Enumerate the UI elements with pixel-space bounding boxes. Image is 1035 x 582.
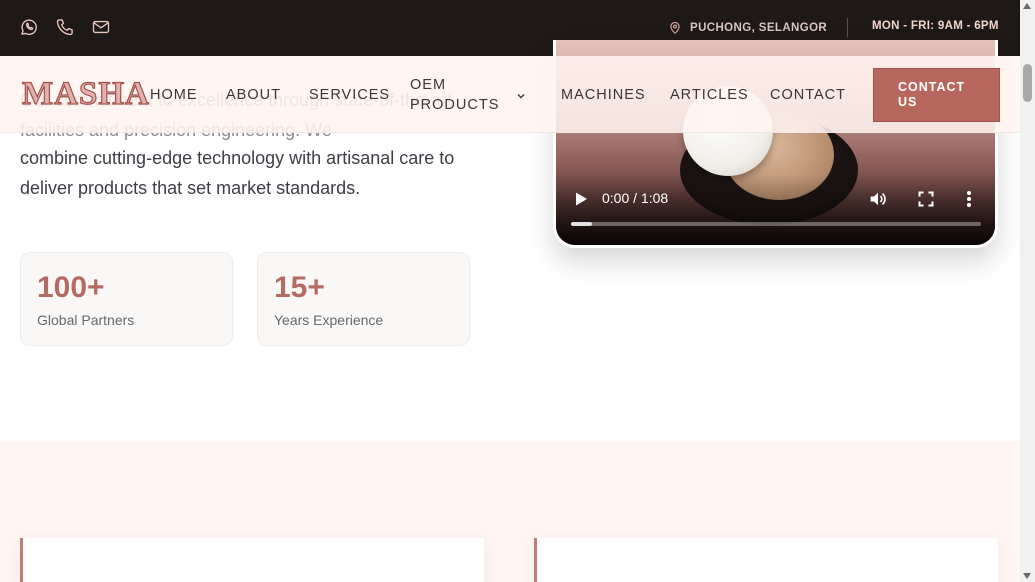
nav-item-home[interactable]: HOME xyxy=(150,87,198,103)
mail-icon[interactable] xyxy=(91,17,111,37)
stat-card-experience: 15+ Years Experience xyxy=(257,252,470,346)
contact-us-label: CONTACT US xyxy=(898,80,966,109)
intro-text: combine cutting-edge technology with art… xyxy=(20,148,455,198)
nav-item-machines[interactable]: MACHINES xyxy=(561,87,646,103)
stat-label: Years Experience xyxy=(274,312,384,328)
stat-label: Global Partners xyxy=(37,312,135,328)
chevron-down-icon[interactable] xyxy=(514,89,528,103)
video-controls-shade xyxy=(556,175,995,245)
stat-card-partners: 100+ Global Partners xyxy=(20,252,233,346)
location-text: PUCHONG, SELANGOR xyxy=(690,22,828,34)
nav-item-articles[interactable]: ARTICLES xyxy=(670,87,749,103)
nav-item-about[interactable]: ABOUT xyxy=(226,87,281,103)
map-pin-icon xyxy=(670,21,680,34)
scroll-down-arrow-icon[interactable] xyxy=(1023,573,1031,579)
scrollbar-thumb[interactable] xyxy=(1023,64,1032,102)
topbar-divider xyxy=(847,18,848,37)
nav-item-oem-products[interactable]: OEM PRODUCTS xyxy=(410,75,500,115)
phone-icon[interactable] xyxy=(55,17,75,37)
whatsapp-icon[interactable] xyxy=(19,17,39,37)
play-icon[interactable] xyxy=(574,191,588,207)
volume-icon[interactable] xyxy=(868,190,888,208)
stat-value: 100+ xyxy=(37,271,105,304)
scroll-up-arrow-icon[interactable] xyxy=(1023,3,1031,9)
contact-us-button[interactable]: CONTACT US xyxy=(873,68,1000,122)
feature-card xyxy=(534,538,998,582)
page-scrollbar[interactable] xyxy=(1020,0,1035,582)
location-info: PUCHONG, SELANGOR xyxy=(668,18,827,38)
stat-value: 15+ xyxy=(274,271,325,304)
video-time: 0:00 / 1:08 xyxy=(602,190,669,206)
feature-card xyxy=(20,538,484,582)
fullscreen-icon[interactable] xyxy=(918,191,934,207)
business-hours: MON - FRI: 9AM - 6PM xyxy=(872,20,999,32)
brand-logo[interactable]: MASHA xyxy=(21,75,150,112)
video-progress-bar[interactable] xyxy=(571,222,981,226)
nav-item-contact[interactable]: CONTACT xyxy=(770,87,846,103)
main-navigation: MASHA HOME ABOUT SERVICES OEM PRODUCTS M… xyxy=(0,56,1020,133)
more-options-icon[interactable] xyxy=(966,190,972,208)
video-progress-fill xyxy=(571,222,592,226)
nav-item-services[interactable]: SERVICES xyxy=(309,87,390,103)
